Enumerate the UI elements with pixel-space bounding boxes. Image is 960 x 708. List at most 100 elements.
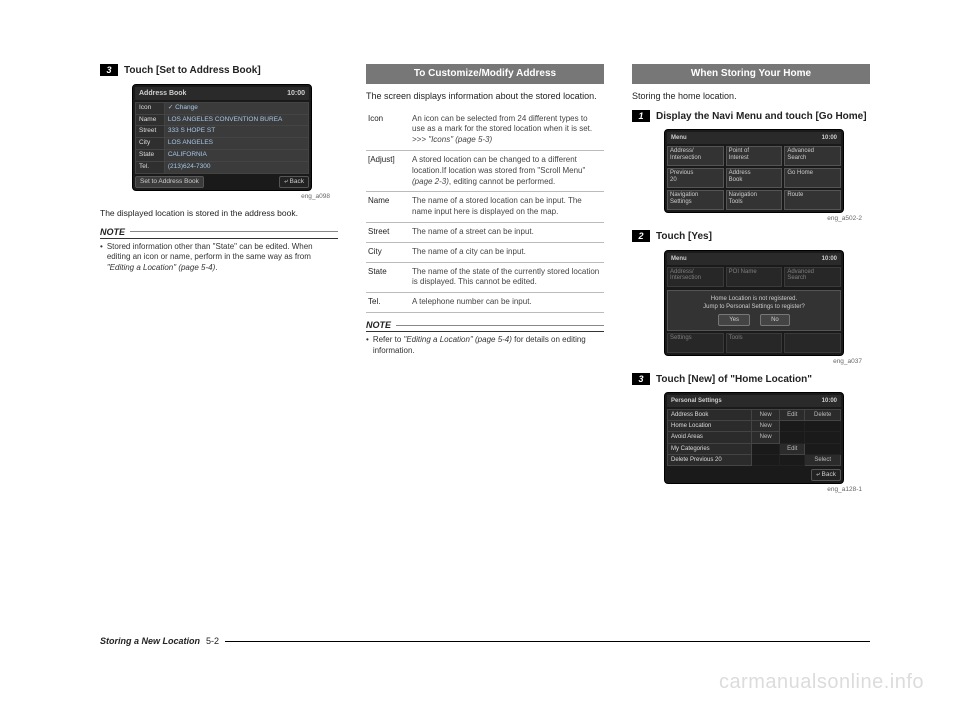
section-intro: The screen displays information about th… xyxy=(366,90,604,102)
spec-val: The name of a street can be input. xyxy=(410,223,604,243)
spec-table: IconAn icon can be selected from 24 diff… xyxy=(366,110,604,313)
spec-val: An icon can be selected from 24 differen… xyxy=(410,110,604,151)
ab-val: CALIFORNIA xyxy=(164,150,308,162)
section-heading-home: When Storing Your Home xyxy=(632,64,870,84)
ab-key: Icon xyxy=(136,102,165,114)
no-button[interactable]: No xyxy=(760,314,790,326)
menu-item-dim: AdvancedSearch xyxy=(784,267,841,287)
step-3-row: 3 Touch [Set to Address Book] xyxy=(100,64,338,78)
after-text: The displayed location is stored in the … xyxy=(100,208,338,219)
ab-val: 333 S HOPE ST xyxy=(164,126,308,138)
step-badge-3: 3 xyxy=(100,64,118,76)
ps-label: Home Location xyxy=(668,421,752,432)
dialog-time: 10:00 xyxy=(822,255,837,263)
spec-val: The name of the state of the currently s… xyxy=(410,262,604,293)
bullet-icon: • xyxy=(366,335,369,357)
watermark: carmanualsonline.info xyxy=(719,671,924,694)
spec-key: State xyxy=(366,262,410,293)
menu-item[interactable]: Address/Intersection xyxy=(667,146,724,166)
address-book-screenshot: Address Book 10:00 Icon✓ ChangeName LOS A… xyxy=(132,84,338,192)
step-3b-text: Touch [New] of "Home Location" xyxy=(656,373,870,387)
ps-button[interactable]: Delete xyxy=(805,410,841,421)
dialog-title: Menu xyxy=(671,255,687,263)
menu-item[interactable]: Previous20 xyxy=(667,168,724,188)
bullet-icon: • xyxy=(100,242,103,274)
ps-button[interactable]: New xyxy=(752,432,780,443)
screenshot-caption: eng_a128-1 xyxy=(632,486,862,495)
home-intro: Storing the home location. xyxy=(632,90,870,102)
menu-item[interactable]: Go Home xyxy=(784,168,841,188)
ps-button[interactable]: New xyxy=(752,410,780,421)
ps-title: Personal Settings xyxy=(671,397,722,405)
step-3b-row: 3 Touch [New] of "Home Location" xyxy=(632,373,870,387)
dialog-box: Home Location is not registered. Jump to… xyxy=(667,290,841,331)
ps-label: My Categories xyxy=(668,443,752,454)
menu-item[interactable]: AddressBook xyxy=(726,168,783,188)
ps-button[interactable]: Edit xyxy=(780,443,805,454)
set-to-address-book-button[interactable]: Set to Address Book xyxy=(135,176,204,189)
screen-title: Address Book xyxy=(139,89,186,98)
ab-val: (213)624-7300 xyxy=(164,161,308,173)
ab-key: City xyxy=(136,138,165,150)
menu-item[interactable]: Point ofInterest xyxy=(726,146,783,166)
column-middle: To Customize/Modify Address The screen d… xyxy=(366,64,604,501)
navi-menu-screenshot: Menu 10:00 Address/IntersectionPoint ofI… xyxy=(664,129,870,213)
menu-item-dim: Address/Intersection xyxy=(667,267,724,287)
page-footer: Storing a New Location 5-2 xyxy=(100,636,870,646)
dialog-line1: Home Location is not registered. xyxy=(672,295,836,303)
spec-val: A telephone number can be input. xyxy=(410,293,604,313)
footer-title: Storing a New Location xyxy=(100,636,200,646)
menu-item[interactable]: AdvancedSearch xyxy=(784,146,841,166)
ab-key: Name xyxy=(136,114,165,126)
dialog-screenshot: Menu 10:00 Address/IntersectionPOI NameA… xyxy=(664,250,870,356)
spec-key: [Adjust] xyxy=(366,151,410,192)
step-badge-1: 1 xyxy=(632,110,650,122)
spec-val: The name of a stored location can be inp… xyxy=(410,192,604,223)
spec-key: City xyxy=(366,242,410,262)
column-left: 3 Touch [Set to Address Book] Address Bo… xyxy=(100,64,338,501)
column-right: When Storing Your Home Storing the home … xyxy=(632,64,870,501)
menu-item-dim: POI Name xyxy=(726,267,783,287)
menu-item[interactable]: NavigationTools xyxy=(726,190,783,210)
menu-item-dim: Tools xyxy=(726,333,783,353)
spec-key: Street xyxy=(366,223,410,243)
note-item: • Stored information other than "State" … xyxy=(100,242,338,274)
step-badge-3b: 3 xyxy=(632,373,650,385)
step-1-text: Display the Navi Menu and touch [Go Home… xyxy=(656,110,870,124)
spec-key: Icon xyxy=(366,110,410,151)
ab-val: LOS ANGELES xyxy=(164,138,308,150)
footer-page: 5-2 xyxy=(206,636,219,646)
section-heading-customize: To Customize/Modify Address xyxy=(366,64,604,84)
step-2-row: 2 Touch [Yes] xyxy=(632,230,870,244)
spec-key: Name xyxy=(366,192,410,223)
ps-label: Delete Previous 20 xyxy=(668,454,752,465)
note-item-2: • Refer to "Editing a Location" (page 5-… xyxy=(366,335,604,357)
step-2-text: Touch [Yes] xyxy=(656,230,870,244)
menu-title: Menu xyxy=(671,134,687,142)
menu-item[interactable]: NavigationSettings xyxy=(667,190,724,210)
back-button[interactable]: ⤶ Back xyxy=(279,176,309,189)
step-badge-2: 2 xyxy=(632,230,650,242)
ab-key: Tel. xyxy=(136,161,165,173)
personal-settings-screenshot: Personal Settings 10:00 Address BookNewE… xyxy=(664,392,870,484)
dialog-line2: Jump to Personal Settings to register? xyxy=(672,303,836,311)
ps-button[interactable]: Select xyxy=(805,454,841,465)
ps-button[interactable]: New xyxy=(752,421,780,432)
ps-label: Avoid Areas xyxy=(668,432,752,443)
spec-key: Tel. xyxy=(366,293,410,313)
screenshot-caption: eng_a098 xyxy=(100,193,330,202)
menu-item-dim: Settings xyxy=(667,333,724,353)
spec-val: The name of a city can be input. xyxy=(410,242,604,262)
ps-label: Address Book xyxy=(668,410,752,421)
ps-time: 10:00 xyxy=(822,397,837,405)
screen-time: 10:00 xyxy=(287,89,305,98)
ab-val: ✓ Change xyxy=(164,102,308,114)
screenshot-caption: eng_a502-2 xyxy=(632,215,862,224)
ps-button[interactable]: Edit xyxy=(780,410,805,421)
back-button[interactable]: ⤶ Back xyxy=(811,469,841,482)
note-heading: NOTE xyxy=(100,226,338,239)
spec-val: A stored location can be changed to a di… xyxy=(410,151,604,192)
yes-button[interactable]: Yes xyxy=(718,314,750,326)
menu-time: 10:00 xyxy=(822,134,837,142)
menu-item[interactable]: Route xyxy=(784,190,841,210)
